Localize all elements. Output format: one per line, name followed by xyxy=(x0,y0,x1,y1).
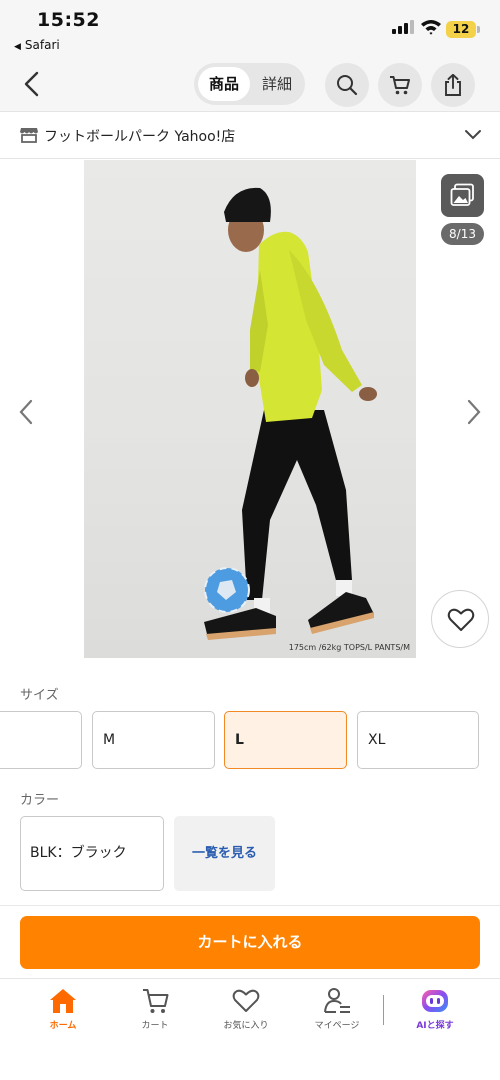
battery-tip xyxy=(477,26,480,33)
tab-home-label: ホーム xyxy=(49,1021,77,1031)
product-image-illustration xyxy=(204,187,377,640)
tab-ai-search[interactable]: AIと探す xyxy=(390,987,480,1043)
product-photo[interactable]: 175cm /62kg TOPS/L PANTS/M xyxy=(84,160,416,658)
tab-ai-label: AIと探す xyxy=(416,1021,454,1031)
tab-cart[interactable]: カート xyxy=(110,987,200,1043)
tab-favorites-label: お気に入り xyxy=(223,1021,269,1031)
tab-cart-label: カート xyxy=(141,1021,169,1031)
search-button[interactable] xyxy=(325,63,369,107)
heart-icon xyxy=(447,608,475,631)
tab-details[interactable]: 詳細 xyxy=(252,67,302,101)
cart-button[interactable] xyxy=(378,63,422,107)
favorite-button[interactable] xyxy=(431,590,489,648)
image-counter: 8/13 xyxy=(441,223,484,245)
share-icon xyxy=(445,74,461,96)
cellular-signal-icon xyxy=(392,20,414,34)
store-row[interactable]: フットボールパーク Yahoo!店 xyxy=(0,113,500,159)
shop-icon xyxy=(20,128,38,143)
image-list-button[interactable] xyxy=(441,174,484,217)
previous-image-arrow-icon[interactable] xyxy=(16,398,36,426)
store-name: フットボールパーク Yahoo!店 xyxy=(44,129,236,145)
user-profile-icon xyxy=(324,988,350,1013)
size-option-xl[interactable]: XL xyxy=(357,711,479,769)
view-segment-control: 商品 詳細 xyxy=(194,63,305,105)
top-nav: 商品 詳細 xyxy=(0,58,500,112)
tab-home[interactable]: ホーム xyxy=(18,987,108,1043)
back-triangle-icon: ◀ xyxy=(14,42,21,52)
home-icon xyxy=(50,989,76,1013)
size-label: サイズ xyxy=(20,688,59,703)
tab-mypage[interactable]: マイページ xyxy=(292,987,382,1043)
tab-separator xyxy=(383,995,384,1025)
size-option-m[interactable]: M xyxy=(92,711,215,769)
size-option-l[interactable]: L xyxy=(224,711,347,769)
cart-icon xyxy=(390,76,410,95)
wifi-icon xyxy=(421,20,441,35)
divider xyxy=(0,905,500,906)
tab-mypage-label: マイページ xyxy=(314,1021,360,1031)
back-to-app-link[interactable]: ◀ Safari xyxy=(14,38,60,52)
battery-icon: 12 xyxy=(446,21,476,38)
back-chevron-icon[interactable] xyxy=(18,68,48,100)
ai-assistant-icon xyxy=(422,990,448,1012)
size-option-partial[interactable] xyxy=(0,711,82,769)
back-app-label: Safari xyxy=(24,38,60,52)
bottom-tab-bar: ホーム カート お気に入り マイページ AIと探す xyxy=(0,978,500,1080)
share-button[interactable] xyxy=(431,63,475,107)
product-gallery: 175cm /62kg TOPS/L PANTS/M 8/13 xyxy=(0,160,500,660)
add-to-cart-button[interactable]: カートに入れる xyxy=(20,916,480,969)
see-all-colors-button[interactable]: 一覧を見る xyxy=(174,816,275,891)
color-option-black[interactable]: BLK：ブラック xyxy=(20,816,164,891)
search-icon xyxy=(337,75,358,96)
status-bar: 15:52 ◀ Safari 12 xyxy=(0,0,500,58)
heart-icon xyxy=(232,989,260,1012)
tab-product[interactable]: 商品 xyxy=(198,67,250,101)
next-image-arrow-icon[interactable] xyxy=(464,398,484,426)
cart-icon xyxy=(143,989,169,1013)
tab-favorites[interactable]: お気に入り xyxy=(201,987,291,1043)
photo-caption: 175cm /62kg TOPS/L PANTS/M xyxy=(288,643,410,652)
color-label: カラー xyxy=(20,793,60,808)
image-gallery-icon xyxy=(450,183,474,206)
chevron-down-icon xyxy=(465,130,481,140)
status-time: 15:52 xyxy=(37,9,100,31)
